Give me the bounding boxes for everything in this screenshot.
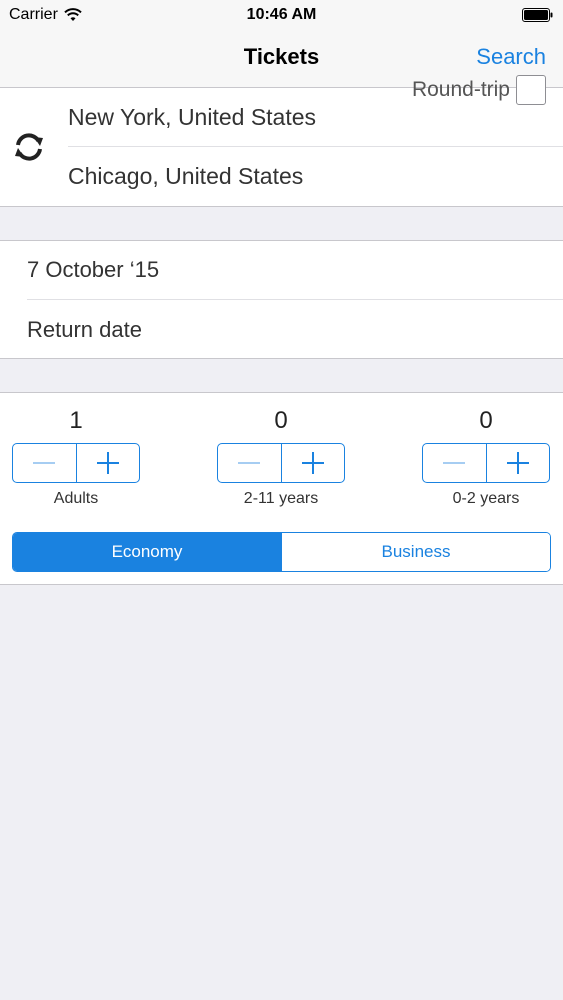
- children-decrement-button[interactable]: [218, 444, 282, 482]
- minus-icon: [33, 462, 56, 464]
- round-trip-toggle: Round-trip: [412, 75, 546, 105]
- return-date-field[interactable]: Return date: [27, 300, 563, 359]
- search-button[interactable]: Search: [476, 44, 546, 70]
- cabin-class-selector: Economy Business: [12, 532, 551, 572]
- children-stepper: [217, 443, 345, 483]
- cabin-business-option[interactable]: Business: [281, 533, 550, 571]
- children-count: 0: [274, 407, 288, 434]
- tickets-screen: Carrier 10:46 AM Tickets Search New York…: [0, 0, 563, 1000]
- children-increment-button[interactable]: [282, 444, 345, 482]
- swap-route-icon[interactable]: [12, 130, 46, 164]
- minus-icon: [238, 462, 261, 464]
- status-time: 10:46 AM: [246, 6, 317, 23]
- plus-icon: [301, 452, 324, 474]
- infants-decrement-button[interactable]: [423, 444, 487, 482]
- adults-stepper: [12, 443, 140, 483]
- cabin-economy-option[interactable]: Economy: [13, 533, 281, 571]
- infants-count: 0: [479, 407, 493, 434]
- infants-counter: 0 0-2 years: [422, 393, 550, 513]
- round-trip-checkbox[interactable]: [516, 75, 546, 105]
- destination-field[interactable]: Chicago, United States: [68, 147, 563, 206]
- adults-label: Adults: [53, 490, 99, 507]
- adults-decrement-button[interactable]: [13, 444, 77, 482]
- children-counter: 0 2-11 years: [217, 393, 345, 513]
- adults-counter: 1 Adults: [12, 393, 140, 513]
- infants-stepper: [422, 443, 550, 483]
- plus-icon: [506, 452, 529, 474]
- adults-increment-button[interactable]: [77, 444, 140, 482]
- dates-section: 7 October ‘15 Return date: [0, 240, 563, 359]
- infants-increment-button[interactable]: [487, 444, 550, 482]
- plus-icon: [96, 452, 119, 474]
- status-bar: Carrier 10:46 AM: [0, 0, 563, 30]
- departure-date-field[interactable]: 7 October ‘15: [27, 241, 563, 300]
- adults-count: 1: [69, 407, 83, 434]
- route-section: New York, United States Chicago, United …: [0, 88, 563, 207]
- infants-label: 0-2 years: [452, 490, 520, 507]
- round-trip-label: Round-trip: [411, 78, 510, 101]
- minus-icon: [443, 462, 466, 464]
- children-label: 2-11 years: [243, 490, 319, 507]
- passengers-section: 1 Adults 0 2-11 years 0 0-2 years Econom…: [0, 392, 563, 585]
- battery-icon: [522, 8, 553, 22]
